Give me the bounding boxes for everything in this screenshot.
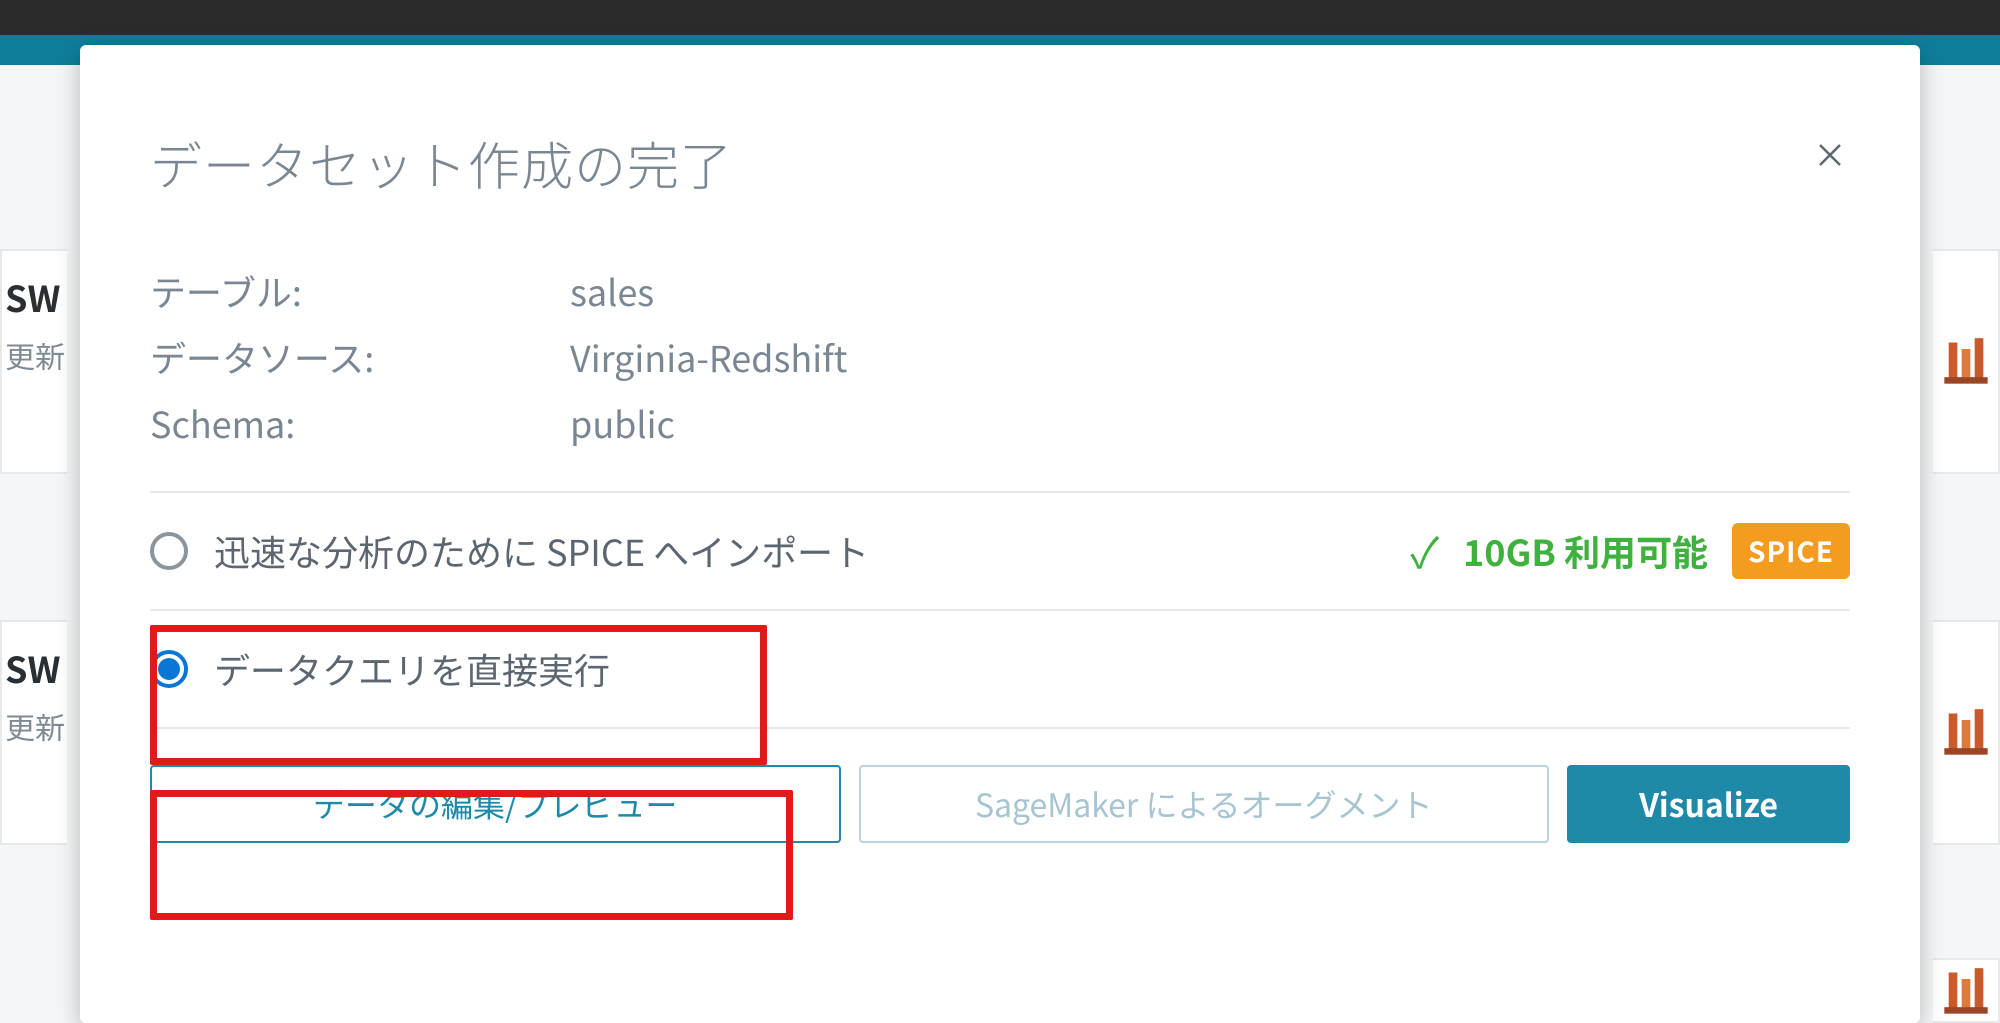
spice-available-text: 10GB 利用可能 (1463, 525, 1708, 577)
edit-preview-button[interactable]: データの編集/プレビュー (150, 765, 841, 843)
info-source-label: データソース: (150, 331, 570, 383)
option-spice-import-row[interactable]: 迅速な分析のために SPICE へインポート ✓ 10GB 利用可能 SPICE (150, 493, 1850, 611)
info-schema-label: Schema: (150, 397, 570, 449)
modal-button-row: データの編集/プレビュー SageMaker によるオーグメント Visuali… (150, 765, 1850, 843)
bg-card-title: SW (5, 271, 67, 323)
bg-card-right-3 (1933, 958, 2000, 1023)
dataset-info: テーブル: sales データソース: Virginia-Redshift Sc… (150, 265, 1850, 449)
app-topbar (0, 0, 2000, 35)
spice-badge: SPICE (1732, 523, 1850, 579)
check-icon: ✓ (1410, 530, 1439, 572)
info-source-value: Virginia-Redshift (570, 331, 1850, 383)
bg-card-right-1 (1933, 249, 2000, 474)
info-schema-value: public (570, 397, 1850, 449)
bg-card-right-2 (1933, 620, 2000, 845)
sagemaker-augment-label: SageMaker によるオーグメント (975, 781, 1433, 827)
redshift-icon (1940, 707, 1992, 759)
dataset-complete-modal: データセット作成の完了 テーブル: sales データソース: Virginia… (80, 45, 1920, 1023)
visualize-label: Visualize (1639, 781, 1778, 827)
bg-card-sub: 更新 (5, 333, 67, 377)
spice-availability: ✓ 10GB 利用可能 SPICE (1410, 523, 1850, 579)
modal-title: データセット作成の完了 (150, 125, 1850, 200)
edit-preview-label: データの編集/プレビュー (313, 781, 678, 827)
info-table-label: テーブル: (150, 265, 570, 317)
bg-card-sub: 更新 (5, 704, 67, 748)
radio-spice-import[interactable] (150, 532, 188, 570)
close-icon[interactable] (1810, 135, 1850, 175)
sagemaker-augment-button[interactable]: SageMaker によるオーグメント (859, 765, 1550, 843)
redshift-icon (1940, 966, 1992, 1018)
option-direct-query-row[interactable]: データクエリを直接実行 (150, 611, 1850, 729)
option-spice-import-label: 迅速な分析のために SPICE へインポート (214, 525, 869, 577)
bg-card-left-2: SW 更新 (0, 620, 67, 845)
bg-card-left-1: SW 更新 (0, 249, 67, 474)
visualize-button[interactable]: Visualize (1567, 765, 1850, 843)
radio-direct-query[interactable] (150, 650, 188, 688)
redshift-icon (1940, 336, 1992, 388)
bg-card-title: SW (5, 642, 67, 694)
option-direct-query-label: データクエリを直接実行 (214, 643, 610, 695)
info-table-value: sales (570, 265, 1850, 317)
